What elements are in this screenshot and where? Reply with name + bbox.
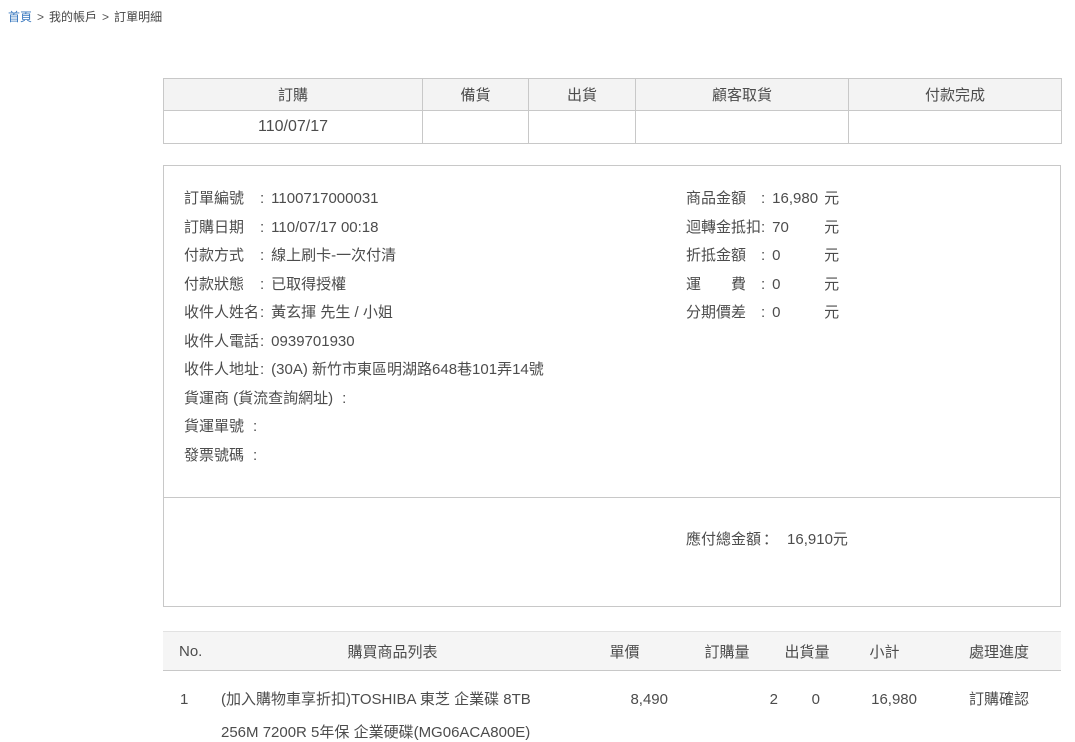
payment-status-value: 已取得授權 [271,276,346,293]
field-label: 付款狀態 [184,271,260,300]
payment-method-row: 付款方式:線上刷卡-一次付清 [184,242,686,271]
breadcrumb-item-my-account[interactable]: 我的帳戶 [49,10,97,24]
product-order-qty: 2 [672,671,782,742]
shipping-fee-value: 0 [772,271,824,300]
merchandise-amount-value: 16,980 [772,185,824,214]
installment-difference-value: 0 [772,299,824,328]
breadcrumb-separator: > [102,10,109,24]
product-header-ship-qty: 出貨量 [782,632,832,671]
field-label: 運費 [686,271,761,300]
product-name: (加入購物車享折扣)TOSHIBA 東芝 企業碟 8TB 256M 7200R … [208,671,577,742]
currency-unit: 元 [824,219,839,236]
field-label: 貨運單號 [184,418,244,435]
product-row-no: 1 [163,671,208,742]
breadcrumb-item-order-detail: 訂單明細 [114,10,162,24]
status-header-shipped: 出貨 [529,79,636,111]
product-ship-qty: 0 [782,671,832,742]
field-label: 付款方式 [184,242,260,271]
field-label: 商品金額 [686,185,761,214]
carrier-row: 貨運商 (貨流查詢網址): [184,385,686,414]
breadcrumb: 首頁 > 我的帳戶 > 訂單明細 [8,8,162,25]
product-header-subtotal: 小計 [832,632,937,671]
order-status-table: 訂購 備貨 出貨 顧客取貨 付款完成 110/07/17 [163,78,1062,144]
status-header-preparing: 備貨 [423,79,529,111]
product-row: 1 (加入購物車享折扣)TOSHIBA 東芝 企業碟 8TB 256M 7200… [163,671,1061,742]
status-header-customer-pickup: 顧客取貨 [636,79,849,111]
product-list-table: No. 購買商品列表 單價 訂購量 出貨量 小計 處理進度 1 (加入購物車享折… [163,631,1061,742]
order-detail-page: 訂購 備貨 出貨 顧客取貨 付款完成 110/07/17 訂單編號:110071… [163,78,1061,742]
order-date-row: 訂購日期:110/07/17 00:18 [184,214,686,243]
rebate-deduction-row: 迴轉金抵扣:70元 [686,214,1040,243]
recipient-address-row: 收件人地址:(30A) 新竹市東區明湖路648巷101弄14號 [184,356,686,385]
field-label: 收件人電話 [184,328,260,357]
product-subtotal: 16,980 [832,671,937,742]
recipient-phone-row: 收件人電話:0939701930 [184,328,686,357]
status-header-payment-complete: 付款完成 [849,79,1062,111]
currency-unit: 元 [824,190,839,207]
payment-status-row: 付款狀態:已取得授權 [184,271,686,300]
field-label: 貨運商 (貨流查詢網址) [184,390,333,407]
installment-difference-row: 分期價差:0元 [686,299,1040,328]
breadcrumb-separator: > [37,10,44,24]
order-number-value: 1100717000031 [271,190,378,207]
status-header-row: 訂購 備貨 出貨 顧客取貨 付款完成 [164,79,1062,111]
field-label: 分期價差 [686,299,761,328]
field-label: 折抵金額 [686,242,761,271]
product-header-no: No. [163,632,208,671]
field-label: 訂單編號 [184,185,260,214]
recipient-name-value: 黃玄揮 先生 / 小姐 [271,304,393,321]
discount-amount-value: 0 [772,242,824,271]
product-process-status: 訂購確認 [937,671,1061,742]
breadcrumb-link-home[interactable]: 首頁 [8,10,32,24]
discount-amount-row: 折抵金額:0元 [686,242,1040,271]
order-date-value: 110/07/17 00:18 [271,219,378,236]
field-label: 收件人姓名 [184,299,260,328]
recipient-address-value: (30A) 新竹市東區明湖路648巷101弄14號 [271,361,544,378]
merchandise-amount-row: 商品金額:16,980元 [686,185,1040,214]
total-payable-section: 應付總金額：16,910元 [164,497,1060,606]
product-header-status: 處理進度 [937,632,1061,671]
order-number-row: 訂單編號:1100717000031 [184,185,686,214]
product-header-unit-price: 單價 [577,632,672,671]
order-info-left-column: 訂單編號:1100717000031 訂購日期:110/07/17 00:18 … [184,185,686,470]
field-label: 迴轉金抵扣 [686,214,761,243]
product-header-order-qty: 訂購量 [672,632,782,671]
order-info-right-column: 商品金額:16,980元 迴轉金抵扣:70元 折抵金額:0元 運費:0元 分期價… [686,185,1040,470]
currency-unit: 元 [824,304,839,321]
currency-unit: 元 [824,276,839,293]
order-info-box: 訂單編號:1100717000031 訂購日期:110/07/17 00:18 … [163,165,1061,607]
status-shipped-date [529,111,636,144]
total-payable-label: 應付總金額 [686,531,761,548]
field-label: 訂購日期 [184,214,260,243]
status-ordered-date: 110/07/17 [164,111,423,144]
status-header-ordered: 訂購 [164,79,423,111]
product-unit-price: 8,490 [577,671,672,742]
field-label: 發票號碼 [184,447,244,464]
status-pickup-date [636,111,849,144]
payment-method-value: 線上刷卡-一次付清 [271,247,396,264]
status-value-row: 110/07/17 [164,111,1062,144]
status-preparing-date [423,111,529,144]
currency-unit: 元 [824,247,839,264]
invoice-number-row: 發票號碼: [184,442,686,471]
recipient-phone-value: 0939701930 [271,333,354,350]
field-label: 收件人地址 [184,356,260,385]
tracking-number-row: 貨運單號: [184,413,686,442]
rebate-deduction-value: 70 [772,214,824,243]
recipient-name-row: 收件人姓名:黃玄揮 先生 / 小姐 [184,299,686,328]
status-payment-date [849,111,1062,144]
product-header-row: No. 購買商品列表 單價 訂購量 出貨量 小計 處理進度 [163,632,1061,671]
shipping-fee-row: 運費:0元 [686,271,1040,300]
product-header-name: 購買商品列表 [208,632,577,671]
total-payable-value: 16,910元 [787,531,848,548]
